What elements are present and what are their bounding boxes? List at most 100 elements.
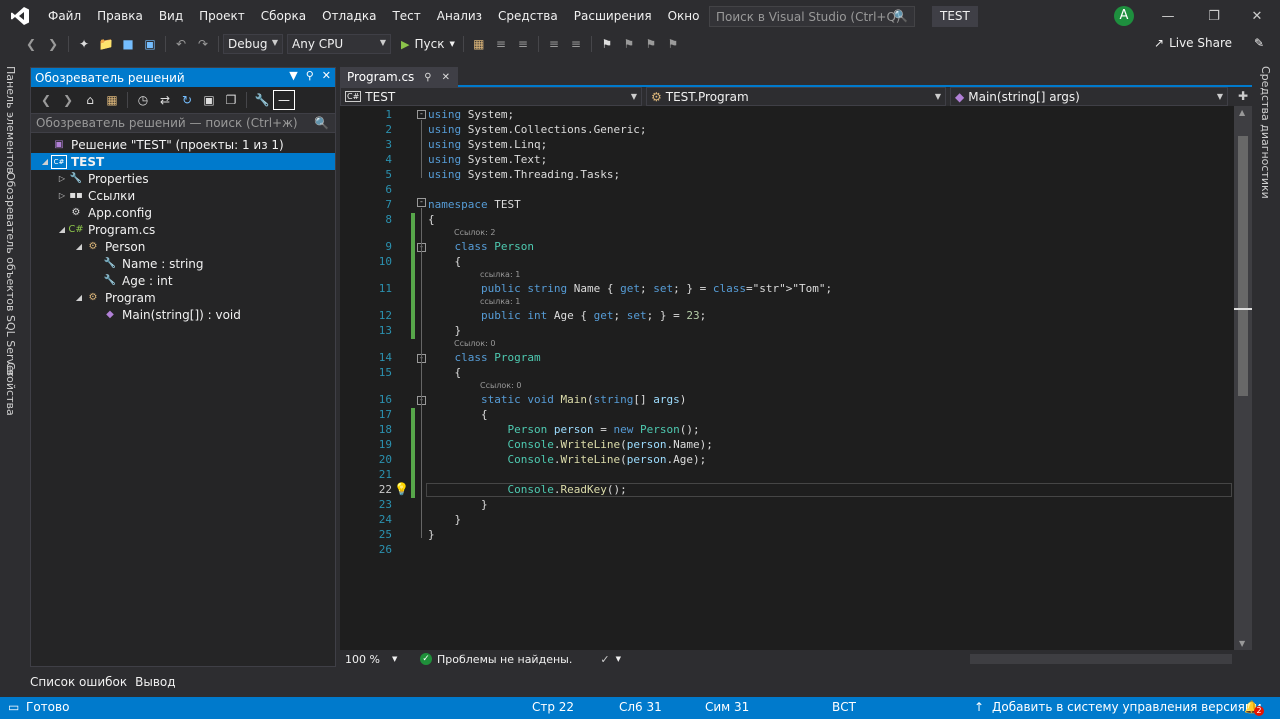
save-all-icon[interactable]: ▣ [139,34,161,54]
prev-bookmark-icon[interactable]: ⚑ [618,34,640,54]
next-bookmark-icon[interactable]: ⚑ [640,34,662,54]
code-line[interactable]: using System.Threading.Tasks; [428,168,620,181]
tree-item[interactable]: ◢ ⚙ Person [31,238,335,255]
expand-arrow-icon[interactable]: ◢ [73,293,85,302]
pin-icon[interactable]: ⚲ [306,69,314,82]
code-editor[interactable]: 1 2 3 4 5 6 7 8 9 10 11 12 13 14 15 16 17 18 19 20 21 22 23 24 2… [340,106,1252,650]
scroll-up-icon[interactable]: ▲ [1239,108,1245,117]
brush-icon[interactable]: ✓ [600,653,609,666]
back-icon[interactable]: ❮ [20,34,42,54]
code-line[interactable]: using System; [428,108,514,121]
menu-item[interactable]: Проект [191,0,253,32]
project-select[interactable]: C# TEST ▼ [340,87,642,106]
solution-search-input[interactable]: Обозреватель решений — поиск (Ctrl+ж) 🔍 [31,113,335,133]
collapse-arrow-icon[interactable]: ▷ [56,191,68,200]
new-project-icon[interactable]: ✦ [73,34,95,54]
configuration-select[interactable]: Debug ▼ [223,34,283,54]
tab-error-list[interactable]: Список ошибок [26,671,131,693]
code-line[interactable]: { [428,366,461,379]
code-line[interactable]: class Program [428,351,541,364]
code-lens-references[interactable]: Ссылок: 2 [454,228,495,237]
code-line[interactable]: namespace TEST [428,198,521,211]
code-line[interactable]: static void Main(string[] args) [428,393,686,406]
code-line[interactable]: { [428,213,435,226]
close-icon[interactable]: ✕ [322,69,331,82]
menu-item[interactable]: Тест [384,0,428,32]
pending-changes-icon[interactable]: ◷ [132,90,154,110]
close-icon[interactable]: ✕ [442,72,450,83]
tree-item[interactable]: ◢ ⚙ Program [31,289,335,306]
menu-item[interactable]: Правка [89,0,151,32]
tree-item[interactable]: ▣ Решение "TEST" (проекты: 1 из 1) [31,136,335,153]
expand-arrow-icon[interactable]: ◢ [73,242,85,251]
source-control-button[interactable]: Добавить в систему управления версиями [992,700,1262,714]
collapse-region-icon[interactable]: - [417,110,426,119]
undo-icon[interactable]: ↶ [170,34,192,54]
split-icon[interactable]: ✚ [1232,87,1248,106]
tab-output[interactable]: Вывод [131,671,179,693]
menu-item[interactable]: Файл [40,0,89,32]
class-select[interactable]: ⚙ TEST.Program ▼ [646,87,946,106]
outdent-icon[interactable]: ≡ [512,34,534,54]
menu-item[interactable]: Расширения [566,0,660,32]
back-icon[interactable]: ❮ [35,90,57,110]
code-line[interactable]: public string Name { get; set; } = class… [428,282,832,295]
code-line[interactable]: { [428,255,461,268]
refresh-icon[interactable]: ↻ [176,90,198,110]
tree-item[interactable]: ◢ C# TEST [31,153,335,170]
code-line[interactable]: } [428,528,435,541]
uncomment-icon[interactable]: ≡ [565,34,587,54]
tab-properties[interactable]: Свойства [4,362,17,416]
tree-item[interactable]: ⚙ App.config [31,204,335,221]
save-icon[interactable]: ■ [117,34,139,54]
search-input[interactable]: Поиск в Visual Studio (Ctrl+Q) 🔍 [709,6,915,27]
tab-sql-server-object-explorer[interactable]: Обозреватель объектов SQL Server [4,172,17,376]
tab-toolbox[interactable]: Панель элементов [4,66,17,174]
code-lens-references[interactable]: ссылка: 1 [480,270,520,279]
menu-item[interactable]: Вид [151,0,191,32]
code-line[interactable]: { [428,408,488,421]
forward-icon[interactable]: ❯ [57,90,79,110]
toolbox-icon[interactable]: ▦ [468,34,490,54]
open-folder-icon[interactable]: 📁 [95,34,117,54]
tree-item[interactable]: ◆ Main(string[]) : void [31,306,335,323]
menu-item[interactable]: Отладка [314,0,384,32]
tree-item[interactable]: 🔧 Age : int [31,272,335,289]
avatar[interactable]: A [1114,6,1134,26]
minimize-icon[interactable]: — [1145,0,1191,32]
preview-icon[interactable]: — [273,90,295,110]
menu-item[interactable]: Сборка [253,0,314,32]
menu-item[interactable]: Анализ [429,0,490,32]
code-lens-references[interactable]: ссылка: 1 [480,297,520,306]
code-line[interactable]: Console.WriteLine(person.Age); [428,453,706,466]
comment-icon[interactable]: ≡ [543,34,565,54]
menu-item[interactable]: Средства [490,0,566,32]
code-line[interactable]: using System.Linq; [428,138,547,151]
sync-icon[interactable]: ⇄ [154,90,176,110]
code-line[interactable]: using System.Text; [428,153,547,166]
close-icon[interactable]: ✕ [1234,0,1280,32]
code-line[interactable]: public int Age { get; set; } = 23; [428,309,706,322]
horizontal-scrollbar[interactable] [970,654,1232,664]
vertical-scrollbar[interactable]: ▲ ▼ [1234,106,1252,650]
show-all-files-icon[interactable]: ❐ [220,90,242,110]
collapse-arrow-icon[interactable]: ▷ [56,174,68,183]
code-line[interactable]: class Person [428,240,535,253]
code-lens-references[interactable]: Ссылок: 0 [454,339,495,348]
tree-item[interactable]: 🔧 Name : string [31,255,335,272]
clear-bookmarks-icon[interactable]: ⚑ [662,34,684,54]
tree-item[interactable]: ▷ ▪▪ Ссылки [31,187,335,204]
pin-icon[interactable]: ⚲ [424,72,431,83]
code-line[interactable]: Person person = new Person(); [428,423,699,436]
dropdown-icon[interactable]: ▼ [289,69,297,82]
start-button[interactable]: ▶ Пуск ▼ [397,37,459,51]
bookmark-icon[interactable]: ⚑ [596,34,618,54]
forward-icon[interactable]: ❯ [42,34,64,54]
menu-item[interactable]: Окно [660,0,708,32]
code-line[interactable]: } [428,324,461,337]
code-line[interactable]: } [428,513,461,526]
code-line[interactable]: using System.Collections.Generic; [428,123,647,136]
scroll-down-icon[interactable]: ▼ [1239,639,1245,648]
tree-item[interactable]: ◢ C# Program.cs [31,221,335,238]
feedback-icon[interactable]: ✎ [1254,36,1264,50]
